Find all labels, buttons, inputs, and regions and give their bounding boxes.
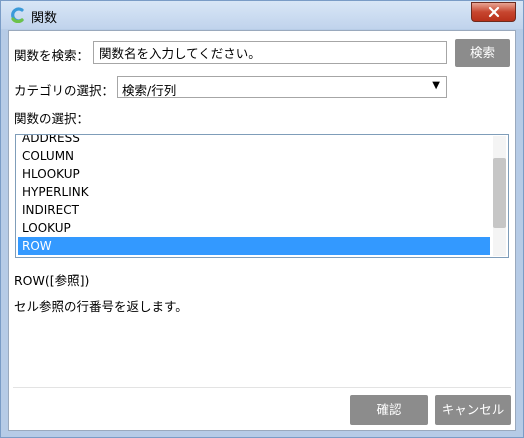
footer-divider — [13, 387, 511, 388]
function-syntax: ROW([参照]) — [14, 273, 90, 288]
confirm-button[interactable]: 確認 — [350, 395, 428, 425]
list-item[interactable]: INDIRECT — [18, 201, 490, 219]
window-title: 関数 — [31, 11, 58, 26]
search-label: 関数を検索： — [14, 48, 90, 63]
search-input[interactable] — [93, 41, 447, 64]
list-item[interactable]: LOOKUP — [18, 219, 490, 237]
list-item[interactable]: ADDRESS — [18, 135, 490, 147]
search-button[interactable]: 検索 — [455, 39, 510, 67]
dialog-body: 関数を検索： 検索 カテゴリの選択： 検索/行列 ▼ 関数の選択： ADDRES… — [8, 30, 516, 431]
list-item[interactable]: HLOOKUP — [18, 165, 490, 183]
title-bar[interactable]: 関数 — [1, 1, 523, 29]
app-logo-icon — [9, 7, 25, 24]
function-listbox[interactable]: ADDRESS COLUMN HLOOKUP HYPERLINK INDIREC… — [15, 134, 509, 258]
category-selected-value: 検索/行列 — [122, 83, 177, 98]
list-item[interactable]: COLUMN — [18, 147, 490, 165]
category-select[interactable]: 検索/行列 ▼ — [117, 76, 447, 98]
list-scrollbar[interactable] — [493, 136, 506, 256]
scrollbar-thumb[interactable] — [493, 158, 506, 228]
function-description: セル参照の行番号を返します。 — [14, 299, 188, 314]
close-icon — [488, 6, 500, 18]
cancel-button[interactable]: キャンセル — [435, 395, 511, 425]
dialog-window: 関数 関数を検索： 検索 カテゴリの選択： 検索/行列 ▼ 関数の選択： ADD… — [0, 0, 524, 438]
category-label: カテゴリの選択： — [14, 83, 115, 98]
function-list-items: ADDRESS COLUMN HLOOKUP HYPERLINK INDIREC… — [18, 135, 490, 255]
list-item-selected[interactable]: ROW — [18, 237, 490, 255]
close-button[interactable] — [471, 2, 516, 22]
function-list-label: 関数の選択： — [14, 111, 90, 126]
dropdown-arrow-icon: ▼ — [432, 80, 440, 91]
list-item[interactable]: HYPERLINK — [18, 183, 490, 201]
